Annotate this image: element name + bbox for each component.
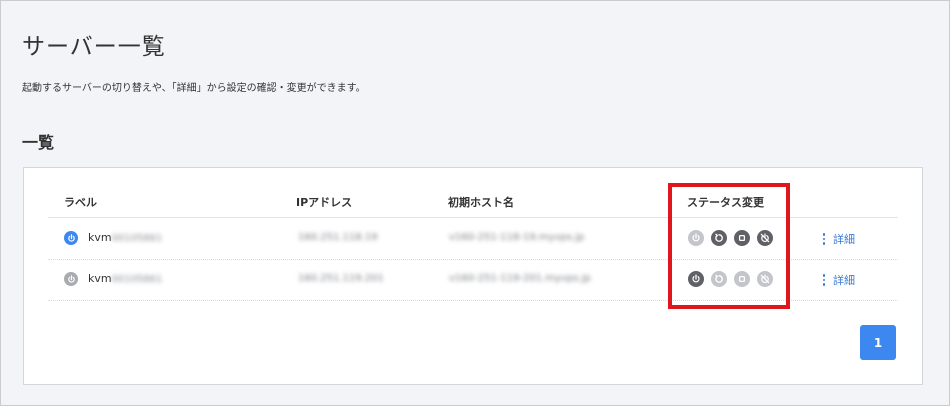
restart-button[interactable] [711,271,727,287]
page-title: サーバー一覧 [22,34,166,60]
server-label-masked: 00105861 [111,233,163,244]
power-icon [692,233,700,242]
status-actions [688,271,773,287]
status-actions [688,230,773,246]
table-row: kvm00105861 160.251.118.19 v160-251-118-… [24,219,922,259]
force-stop-icon [760,274,770,284]
stop-button[interactable] [734,230,750,246]
kebab-menu-icon[interactable] [822,274,826,286]
power-icon [64,231,78,245]
restart-icon [715,233,723,242]
server-label: kvm00105861 [88,231,163,244]
server-hostname: v160-251-119-201.myvps.jp [449,273,591,284]
force-stop-icon [760,233,770,243]
column-header-ip: IPアドレス [296,196,353,209]
stop-icon [738,275,746,283]
header-divider [48,217,898,218]
stop-button[interactable] [734,271,750,287]
power-icon [692,274,700,283]
table-row: kvm00105861 160.251.119.201 v160-251-119… [24,260,922,300]
force-stop-button[interactable] [757,230,773,246]
start-button[interactable] [688,271,704,287]
restart-button[interactable] [711,230,727,246]
kebab-menu-icon[interactable] [822,233,826,245]
page-description: 起動するサーバーの切り替えや、「詳細」から設定の確認・変更ができます。 [22,83,366,94]
row-divider [48,300,898,301]
detail-label[interactable]: 詳細 [833,272,855,288]
column-header-hostname: 初期ホスト名 [448,196,514,209]
column-header-status-change: ステータス変更 [687,196,764,209]
pagination-page-button[interactable]: 1 [860,325,896,360]
server-ip: 160.251.119.201 [298,273,384,284]
detail-link[interactable]: 詳細 [822,272,855,288]
server-label: kvm00105861 [88,272,163,285]
detail-label[interactable]: 詳細 [833,231,855,247]
server-list-card: ラベル IPアドレス 初期ホスト名 ステータス変更 kvm00105861 16… [23,167,923,385]
server-label-masked: 00105861 [111,274,163,285]
server-hostname: v160-251-118-19.myvps.jp [449,232,585,243]
server-label-prefix: kvm [88,272,112,285]
restart-icon [715,274,723,283]
column-header-label: ラベル [64,196,97,209]
server-ip: 160.251.118.19 [298,232,378,243]
detail-link[interactable]: 詳細 [822,231,855,247]
force-stop-button[interactable] [757,271,773,287]
server-label-prefix: kvm [88,231,112,244]
start-button[interactable] [688,230,704,246]
section-title: 一覧 [22,133,55,152]
stop-icon [738,234,746,242]
power-icon [64,272,78,286]
